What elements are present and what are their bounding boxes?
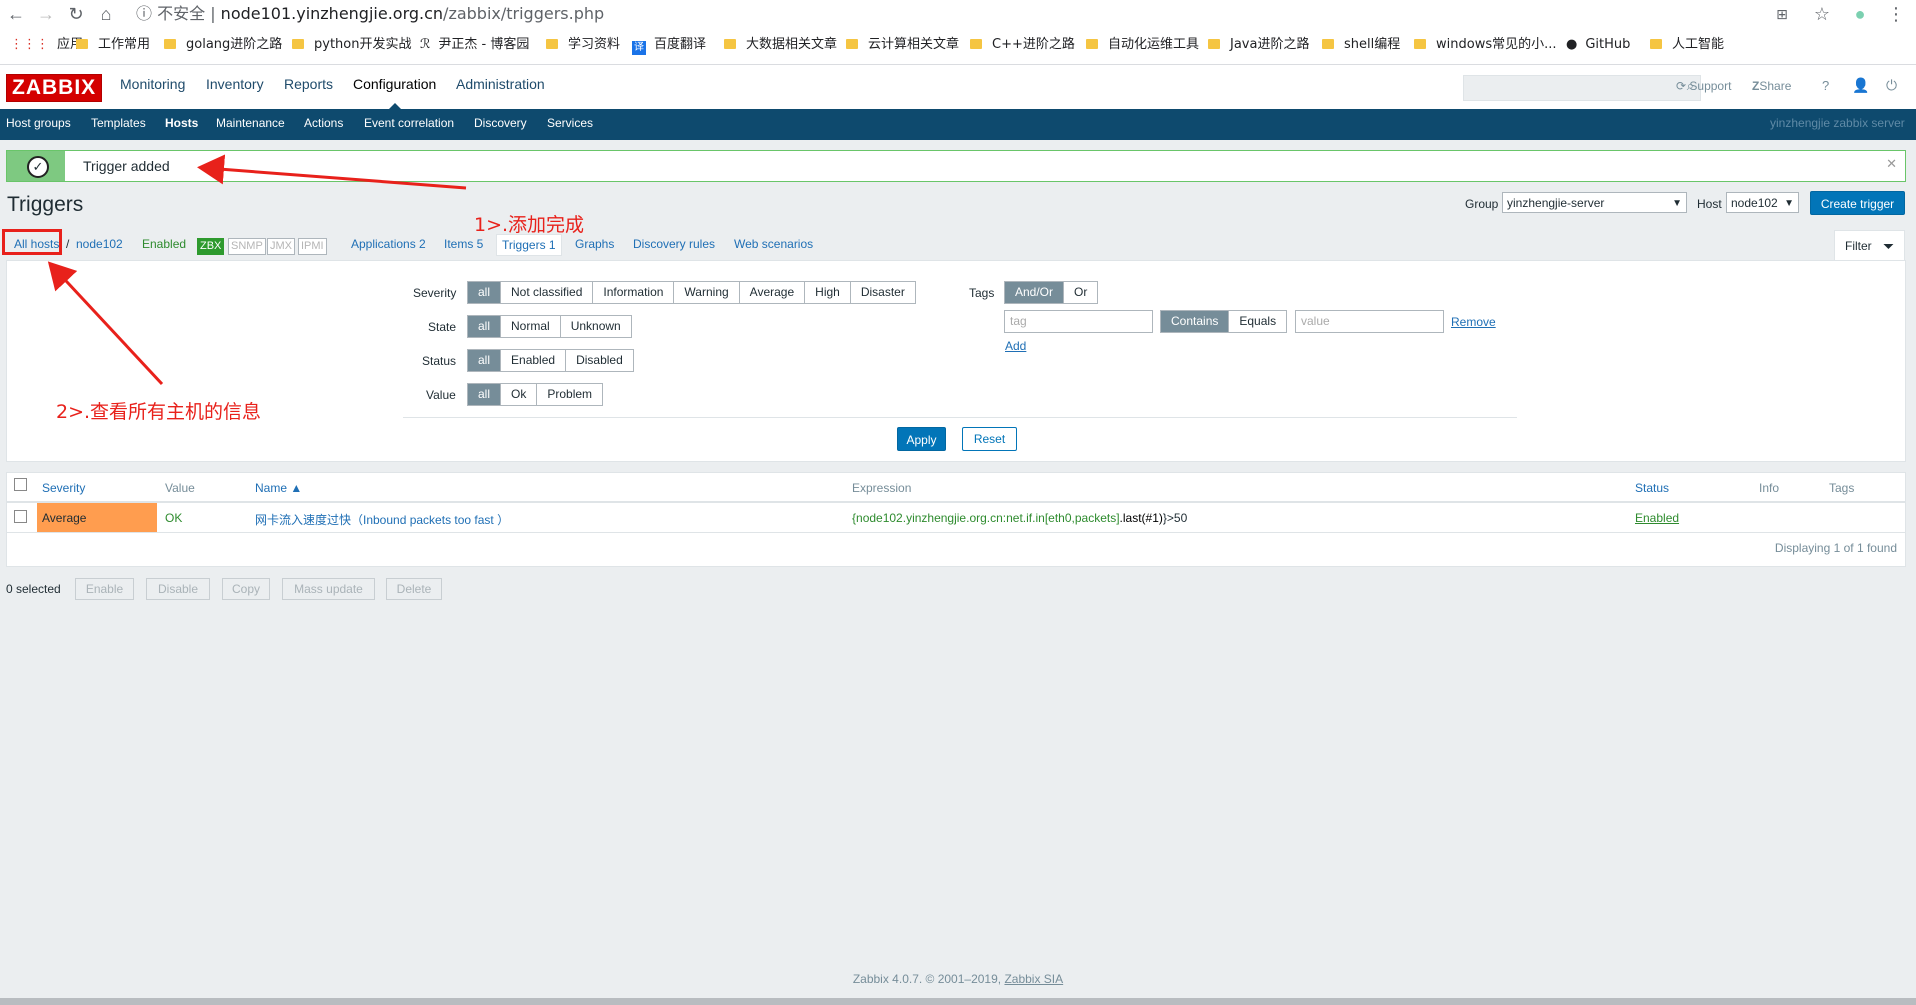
annotation-arrow-1 [197,154,467,190]
annotation-arrow-2 [47,261,164,386]
annotation-arrows [47,154,467,386]
